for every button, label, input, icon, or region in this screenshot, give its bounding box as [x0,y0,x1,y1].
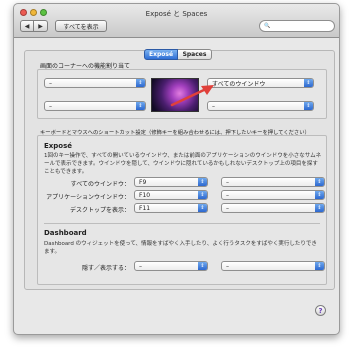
popup-arrows-icon: ⇕ [198,262,207,270]
help-button[interactable]: ? [315,305,326,316]
app-windows-mouse-value: – [226,191,229,199]
app-windows-key-value: F10 [139,191,151,199]
show-desktop-key-value: F11 [139,204,151,212]
popup-arrows-icon: ⇕ [304,102,313,110]
popup-arrows-icon: ⇕ [315,191,324,199]
expose-description: 1回のキー操作で、すべての開いているウインドウ、または前面のアプリケーションのウ… [44,153,322,175]
corner-top-left-value: – [49,79,52,87]
hide-show-label: 隠す／表示する： [81,265,130,272]
corner-bottom-right-popup[interactable]: – ⇕ [207,101,314,111]
section-divider [44,223,320,224]
all-windows-key-value: F9 [139,178,147,186]
show-desktop-mouse-popup[interactable]: – ⇕ [221,203,325,213]
show-desktop-label: デスクトップを表示： [69,207,130,214]
popup-arrows-icon: ⇕ [136,79,145,87]
title-bar: Exposé と Spaces ◀ ▶ すべてを表示 🔍 [14,4,339,38]
app-windows-label: アプリケーションウインドウ： [46,194,130,201]
popup-arrows-icon: ⇕ [198,178,207,186]
all-windows-key-popup[interactable]: F9 ⇕ [134,177,208,187]
popup-arrows-icon: ⇕ [304,79,313,87]
nav-buttons: ◀ ▶ [20,20,48,32]
popup-arrows-icon: ⇕ [198,204,207,212]
all-windows-mouse-value: – [226,178,229,186]
dashboard-section-title: Dashboard [44,229,87,237]
corner-bottom-left-popup[interactable]: – ⇕ [44,101,146,111]
tab-expose[interactable]: Exposé [144,49,178,60]
dashboard-mouse-value: – [226,262,229,270]
show-desktop-mouse-value: – [226,204,229,212]
app-windows-key-popup[interactable]: F10 ⇕ [134,190,208,200]
forward-arrow-icon: ▶ [38,22,43,30]
search-field[interactable]: 🔍 [259,20,335,32]
highlight-arrow-icon [170,85,214,107]
forward-button[interactable]: ▶ [34,20,48,32]
dashboard-key-value: – [139,262,142,270]
all-windows-mouse-popup[interactable]: – ⇕ [221,177,325,187]
corner-bottom-left-value: – [49,102,52,110]
popup-arrows-icon: ⇕ [315,178,324,186]
back-button[interactable]: ◀ [20,20,34,32]
back-arrow-icon: ◀ [24,22,30,30]
help-icon: ? [318,306,323,315]
dashboard-mouse-popup[interactable]: – ⇕ [221,261,325,271]
tab-spaces[interactable]: Spaces [178,49,212,60]
show-desktop-key-popup[interactable]: F11 ⇕ [134,203,208,213]
window-title: Exposé と Spaces [145,10,208,18]
corner-top-left-popup[interactable]: – ⇕ [44,78,146,88]
tab-bar: Exposé Spaces [144,49,212,60]
dashboard-description: Dashboard のウィジェットを使って、情報をすばやく入手したり、よく行うタ… [44,241,317,255]
show-all-button[interactable]: すべてを表示 [55,20,107,32]
search-icon: 🔍 [264,23,271,29]
popup-arrows-icon: ⇕ [315,262,324,270]
app-windows-mouse-popup[interactable]: – ⇕ [221,190,325,200]
popup-arrows-icon: ⇕ [198,191,207,199]
corner-top-right-value: すべてのウインドウ [212,80,266,88]
popup-arrows-icon: ⇕ [136,102,145,110]
popup-arrows-icon: ⇕ [315,204,324,212]
all-windows-label: すべてのウインドウ： [70,181,130,188]
expose-section-title: Exposé [44,142,73,150]
dashboard-key-popup[interactable]: – ⇕ [134,261,208,271]
corner-top-right-popup[interactable]: すべてのウインドウ ⇕ [207,78,314,88]
